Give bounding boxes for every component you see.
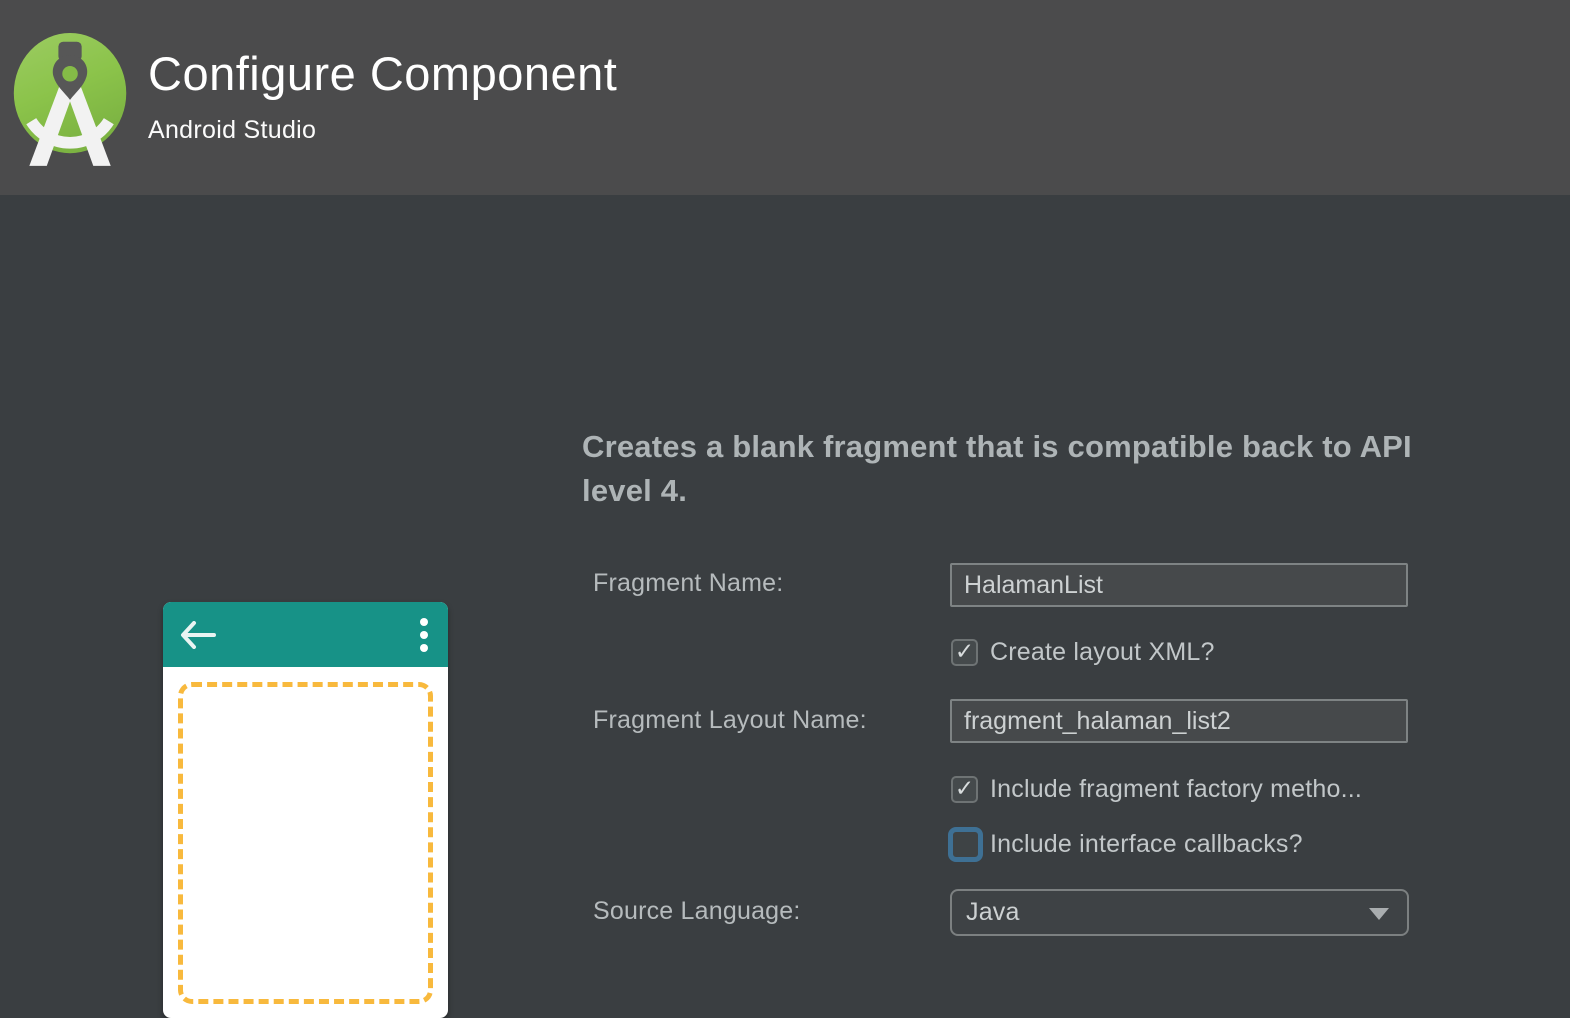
configure-component-dialog: Configure Component Android Studio Creat… [0, 0, 1570, 968]
checkmark-icon: ✓ [955, 640, 974, 663]
fragment-layout-name-label: Fragment Layout Name: [593, 706, 867, 735]
source-language-dropdown[interactable]: Java [950, 889, 1409, 936]
dialog-titlebar: Configure Component Android Studio [0, 0, 1570, 195]
fragment-name-label: Fragment Name: [593, 569, 783, 598]
include-factory-methods-checkbox[interactable]: ✓ [951, 776, 978, 803]
fragment-layout-name-input[interactable] [950, 699, 1408, 743]
checkmark-icon: ✓ [955, 777, 974, 800]
android-studio-logo-icon [8, 28, 134, 166]
dialog-body: Creates a blank fragment that is compati… [0, 195, 1570, 968]
preview-appbar [163, 602, 448, 667]
include-interface-callbacks-row: Include interface callbacks? [948, 827, 1303, 862]
include-factory-methods-label[interactable]: Include fragment factory metho... [990, 775, 1362, 804]
include-interface-callbacks-label[interactable]: Include interface callbacks? [990, 830, 1303, 859]
include-interface-callbacks-checkbox[interactable] [948, 827, 983, 862]
source-language-label: Source Language: [593, 897, 801, 926]
create-layout-xml-label[interactable]: Create layout XML? [990, 638, 1215, 667]
create-layout-xml-checkbox[interactable]: ✓ [951, 639, 978, 666]
arrow-left-icon [180, 621, 216, 649]
chevron-down-icon [1369, 908, 1389, 920]
fragment-preview-thumbnail [163, 602, 448, 1018]
dialog-subtitle: Android Studio [148, 116, 316, 145]
preview-fragment-placeholder [178, 682, 433, 1004]
more-vert-icon [419, 617, 429, 653]
fragment-name-input[interactable] [950, 563, 1408, 607]
source-language-value: Java [952, 898, 1020, 927]
dialog-title: Configure Component [148, 46, 617, 101]
create-layout-xml-row: ✓ Create layout XML? [951, 638, 1215, 667]
template-description: Creates a blank fragment that is compati… [582, 425, 1412, 513]
include-factory-methods-row: ✓ Include fragment factory metho... [951, 775, 1362, 804]
